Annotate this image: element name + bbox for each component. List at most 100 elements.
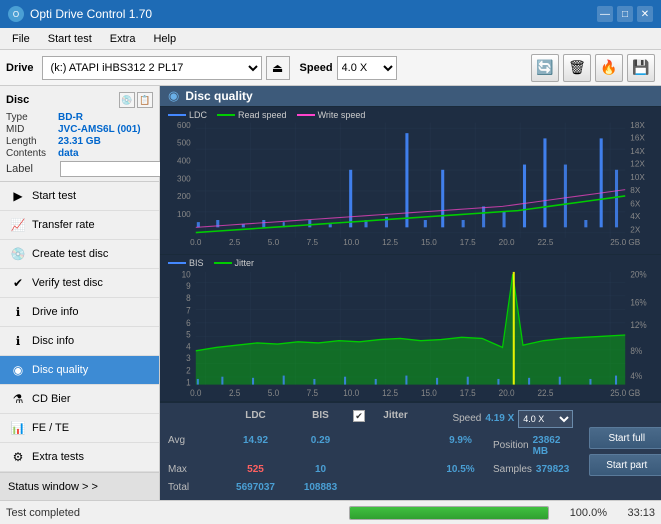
drive-select[interactable]: (k:) ATAPI iHBS312 2 PL17 xyxy=(42,56,262,80)
svg-text:9: 9 xyxy=(186,280,191,290)
max-ldc: 525 xyxy=(223,464,288,475)
samples-label: Samples xyxy=(493,464,532,475)
nav-drive-info-label: Drive info xyxy=(32,306,78,318)
svg-text:20%: 20% xyxy=(630,269,647,279)
progress-bar-fill xyxy=(350,507,548,519)
svg-text:6: 6 xyxy=(186,317,191,327)
svg-text:200: 200 xyxy=(177,192,191,201)
nav-item-verify-test-disc[interactable]: ✔ Verify test disc xyxy=(0,269,159,298)
avg-jitter: 9.9% xyxy=(428,435,493,457)
legend1-writespeed: Write speed xyxy=(318,110,366,120)
svg-text:20.0: 20.0 xyxy=(499,387,515,397)
svg-text:25.0 GB: 25.0 GB xyxy=(610,238,640,247)
svg-text:10: 10 xyxy=(182,269,191,279)
minimize-button[interactable]: — xyxy=(597,6,613,22)
speed-select[interactable]: 4.0 X xyxy=(337,56,397,80)
maximize-button[interactable]: □ xyxy=(617,6,633,22)
stats-empty-cell xyxy=(168,410,223,428)
bottom-panel: LDC BIS ✔ Jitter Speed 4.19 X 4.0 X xyxy=(160,402,661,500)
nav-item-create-test-disc[interactable]: 💿 Create test disc xyxy=(0,240,159,269)
sidebar: Disc 💿 📋 Type BD-R MID JVC-AMS6L (001) L… xyxy=(0,86,160,500)
svg-text:2X: 2X xyxy=(630,225,640,234)
nav-disc-info-label: Disc info xyxy=(32,335,74,347)
svg-text:10X: 10X xyxy=(630,173,645,182)
total-label: Total xyxy=(168,482,223,493)
nav-item-fe-te[interactable]: 📊 FE / TE xyxy=(0,414,159,443)
cd-bier-icon: ⚗ xyxy=(10,391,26,407)
svg-text:10.0: 10.0 xyxy=(343,238,359,247)
svg-text:4: 4 xyxy=(186,341,191,351)
save-button[interactable]: 💾 xyxy=(627,54,655,82)
mid-value: JVC-AMS6L (001) xyxy=(58,124,141,135)
svg-text:16X: 16X xyxy=(630,133,645,142)
menu-help[interactable]: Help xyxy=(145,31,184,47)
svg-text:12.5: 12.5 xyxy=(382,387,398,397)
svg-text:400: 400 xyxy=(177,156,191,165)
nav-item-disc-quality[interactable]: ◉ Disc quality xyxy=(0,356,159,385)
svg-text:17.5: 17.5 xyxy=(460,238,476,247)
burn-button[interactable]: 🔥 xyxy=(595,54,623,82)
menu-start-test[interactable]: Start test xyxy=(40,31,100,47)
status-text: Test completed xyxy=(6,507,341,519)
samples-value: 379823 xyxy=(536,464,569,475)
start-full-button[interactable]: Start full xyxy=(589,427,661,449)
disc-quality-title: Disc quality xyxy=(185,89,252,103)
disc-quality-header-icon: ◉ xyxy=(168,88,179,104)
disc-icon2[interactable]: 📋 xyxy=(137,92,153,108)
status-window-btn[interactable]: Status window > > xyxy=(0,472,159,500)
menu-bar: File Start test Extra Help xyxy=(0,28,661,50)
nav-disc-quality-label: Disc quality xyxy=(32,364,88,376)
svg-text:17.5: 17.5 xyxy=(460,387,476,397)
nav-item-start-test[interactable]: ▶ Start test xyxy=(0,182,159,211)
menu-file[interactable]: File xyxy=(4,31,38,47)
stats-checkbox[interactable]: ✔ xyxy=(353,410,363,428)
refresh-button[interactable]: 🔄 xyxy=(531,54,559,82)
nav-cd-bier-label: CD Bier xyxy=(32,393,71,405)
action-buttons: Start full Start part xyxy=(581,403,661,500)
svg-text:4X: 4X xyxy=(630,212,640,221)
avg-label: Avg xyxy=(168,435,223,457)
svg-text:15.0: 15.0 xyxy=(421,238,437,247)
close-button[interactable]: ✕ xyxy=(637,6,653,22)
nav-item-disc-info[interactable]: ℹ Disc info xyxy=(0,327,159,356)
chart1: LDC Read speed Write speed xyxy=(160,107,661,255)
disc-icon1[interactable]: 💿 xyxy=(119,92,135,108)
speed-label: Speed xyxy=(300,62,333,74)
disc-quality-header: ◉ Disc quality xyxy=(160,86,661,107)
start-part-button[interactable]: Start part xyxy=(589,454,661,476)
svg-text:1: 1 xyxy=(186,377,191,387)
nav-extra-tests-label: Extra tests xyxy=(32,451,84,463)
svg-text:14X: 14X xyxy=(630,147,645,156)
chart2: BIS Jitter 10 xyxy=(160,255,661,403)
svg-text:22.5: 22.5 xyxy=(538,238,554,247)
eject-button[interactable]: ⏏ xyxy=(266,56,290,80)
svg-text:12X: 12X xyxy=(630,160,645,169)
svg-text:2.5: 2.5 xyxy=(229,238,241,247)
svg-text:6X: 6X xyxy=(630,199,640,208)
svg-text:0.0: 0.0 xyxy=(190,238,202,247)
svg-text:3: 3 xyxy=(186,352,191,362)
disc-section: Disc 💿 📋 Type BD-R MID JVC-AMS6L (001) L… xyxy=(0,86,159,182)
speed-select-stats[interactable]: 4.0 X xyxy=(518,410,573,428)
nav-item-extra-tests[interactable]: ⚙ Extra tests xyxy=(0,443,159,472)
nav-item-transfer-rate[interactable]: 📈 Transfer rate xyxy=(0,211,159,240)
total-bis: 108883 xyxy=(288,482,353,493)
progress-bar-container xyxy=(349,506,549,520)
drive-label: Drive xyxy=(6,62,34,74)
svg-text:15.0: 15.0 xyxy=(421,387,437,397)
label-label: Label xyxy=(6,163,58,175)
stats-bis-header: BIS xyxy=(288,410,353,428)
content-area: ◉ Disc quality LDC Read speed xyxy=(160,86,661,500)
nav-item-drive-info[interactable]: ℹ Drive info xyxy=(0,298,159,327)
contents-value: data xyxy=(58,148,79,159)
position-value: 23862 MB xyxy=(533,435,570,457)
svg-text:16%: 16% xyxy=(630,297,647,307)
legend2-bis: BIS xyxy=(189,258,204,268)
transfer-rate-icon: 📈 xyxy=(10,217,26,233)
app-icon: O xyxy=(8,6,24,22)
svg-text:2.5: 2.5 xyxy=(229,387,241,397)
erase-button[interactable]: 🗑 xyxy=(563,54,591,82)
nav-item-cd-bier[interactable]: ⚗ CD Bier xyxy=(0,385,159,414)
speed-value-stat: 4.19 X xyxy=(485,413,514,424)
menu-extra[interactable]: Extra xyxy=(102,31,144,47)
